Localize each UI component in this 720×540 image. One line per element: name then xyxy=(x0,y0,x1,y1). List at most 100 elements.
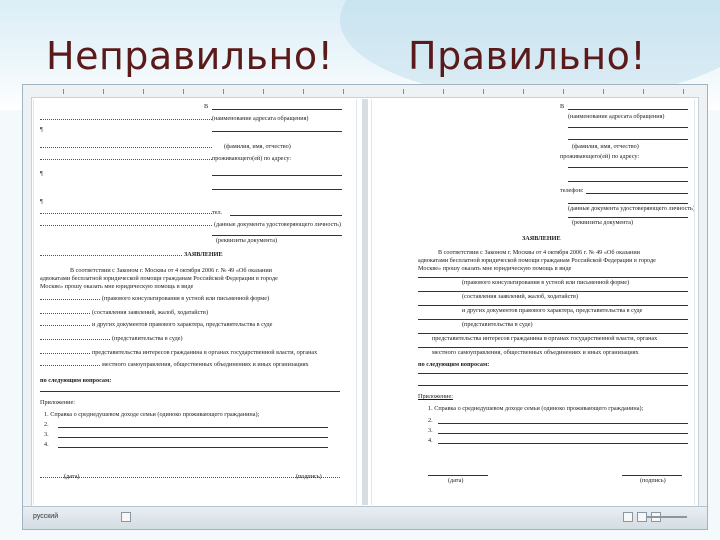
phone-label: тел. xyxy=(212,209,223,216)
pilcrow: ¶ xyxy=(40,199,43,205)
option-5: представительства интересов гражданина в… xyxy=(92,349,318,356)
option-2: (составления заявлений, жалоб, ходатайст… xyxy=(92,309,209,316)
space-dots xyxy=(40,365,100,366)
date-label: (дата) xyxy=(448,477,464,484)
body-line-2: адвокатами бесплатной юридической помощи… xyxy=(418,257,656,264)
option-6: местного самоуправления, общественных об… xyxy=(102,361,309,368)
body-line-1: В соответствии с Законом г. Москвы от 4 … xyxy=(70,267,272,274)
phone-label: телефон: xyxy=(560,187,584,194)
line xyxy=(568,127,688,128)
pilcrow: ¶ xyxy=(40,127,43,133)
option-6: местного самоуправления, общественных об… xyxy=(432,349,639,356)
language-indicator[interactable]: русский xyxy=(33,513,58,520)
date-line xyxy=(428,475,488,476)
line xyxy=(212,175,342,176)
attach-item-2: 2. xyxy=(428,417,433,424)
line xyxy=(58,447,328,448)
line xyxy=(568,181,688,182)
position-label: (наименование адресата обращения) xyxy=(568,113,665,120)
space-dots xyxy=(40,255,182,256)
line xyxy=(418,373,688,374)
status-bar: русский xyxy=(23,506,707,529)
space-dots xyxy=(40,299,100,300)
to-line xyxy=(568,109,688,110)
vertical-ruler-right xyxy=(698,97,707,507)
print-layout-icon[interactable] xyxy=(623,512,633,522)
body-line-3: Москве» прошу оказать мне юридическую по… xyxy=(418,265,572,272)
line xyxy=(418,333,688,334)
line xyxy=(58,437,328,438)
body-line-3: Москве» прошу оказать мне юридическую по… xyxy=(40,283,194,290)
sign-line xyxy=(622,475,682,476)
line xyxy=(212,131,342,132)
name-label: (фамилия, имя, отчество) xyxy=(572,143,639,150)
line xyxy=(568,203,688,204)
position-label: (наименование адресата обращения) xyxy=(212,115,309,122)
line xyxy=(418,291,688,292)
attach-item-4: 4. xyxy=(44,441,49,448)
page-divider xyxy=(362,99,368,505)
option-1: (правового консультирования в устной или… xyxy=(462,279,630,286)
line xyxy=(418,385,688,386)
line xyxy=(438,433,688,434)
option-3: и других документов правового характера,… xyxy=(92,321,273,328)
space-dots xyxy=(40,339,110,340)
space-dots xyxy=(40,477,340,478)
address-label: проживающего(ей) по адресу: xyxy=(560,153,640,160)
attach-item-3: 3. xyxy=(428,427,433,434)
space-dots xyxy=(40,225,212,226)
line xyxy=(418,347,688,348)
attach-item-1: 1. Справка о среднедушевом доходе семьи … xyxy=(44,411,260,418)
horizontal-ruler[interactable] xyxy=(23,85,707,98)
heading-wrong: Неправильно! xyxy=(46,34,334,78)
attach-label: Приложение: xyxy=(418,393,453,400)
attach-item-1: 1. Справка о среднедушевом доходе семьи … xyxy=(428,405,644,412)
space-dots xyxy=(40,325,90,326)
passport-label: (данные документа удостоверяющего личнос… xyxy=(568,205,695,212)
issue-label: по следующим вопросам: xyxy=(418,361,490,368)
body-line-1: В соответствии с Законом г. Москвы от 4 … xyxy=(438,249,640,256)
option-4: (представительства в суде) xyxy=(112,335,183,342)
doc-label: (реквизиты документа) xyxy=(572,219,634,226)
attach-item-3: 3. xyxy=(44,431,49,438)
space-dots xyxy=(40,313,90,314)
phone-line xyxy=(586,193,688,194)
option-4: (представительства в суде) xyxy=(462,321,533,328)
sign-label: (подпись) xyxy=(296,473,322,480)
attach-item-4: 4. xyxy=(428,437,433,444)
space-dots xyxy=(40,353,90,354)
line xyxy=(438,443,688,444)
name-label: (фамилия, имя, отчество) xyxy=(224,143,291,150)
option-5: представительства интересов гражданина в… xyxy=(432,335,658,342)
zoom-slider[interactable] xyxy=(647,516,687,518)
option-3: и других документов правового характера,… xyxy=(462,307,643,314)
sign-label: (подпись) xyxy=(640,477,666,484)
line xyxy=(568,139,688,140)
line xyxy=(568,217,688,218)
doc-label: (реквизиты документа) xyxy=(216,237,278,244)
to-label: В xyxy=(204,103,209,110)
to-line xyxy=(212,109,342,110)
line xyxy=(418,319,688,320)
reading-layout-icon[interactable] xyxy=(637,512,647,522)
issue-label: по следующим вопросам: xyxy=(40,377,112,384)
attach-item-2: 2. xyxy=(44,421,49,428)
line xyxy=(418,277,688,278)
line xyxy=(40,391,340,392)
passport-label: (данные документа удостоверяющего личнос… xyxy=(214,221,341,228)
option-2: (составления заявлений, жалоб, ходатайст… xyxy=(462,293,579,300)
line xyxy=(568,167,688,168)
document-page-right[interactable]: В (наименование адресата обращения) (фам… xyxy=(371,99,695,505)
document-page-wrong[interactable]: В (наименование адресата обращения) ¶ (ф… xyxy=(33,99,357,505)
spellcheck-icon[interactable] xyxy=(121,512,131,522)
line xyxy=(418,305,688,306)
document-title: ЗАЯВЛЕНИЕ xyxy=(184,251,223,258)
phone-line xyxy=(230,215,342,216)
line xyxy=(212,189,342,190)
vertical-ruler-left xyxy=(23,97,32,507)
line xyxy=(438,423,688,424)
line xyxy=(58,427,328,428)
body-line-2: адвокатами бесплатной юридической помощи… xyxy=(40,275,278,282)
line xyxy=(212,235,342,236)
address-label: проживающего(ей) по адресу: xyxy=(212,155,292,162)
